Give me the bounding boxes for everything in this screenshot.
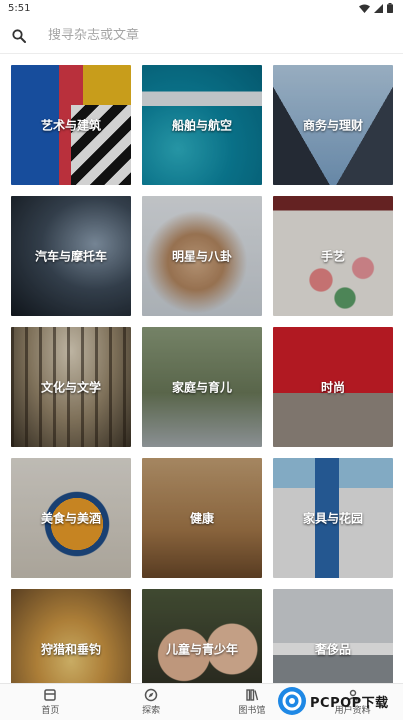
nav-label: 探索	[142, 706, 161, 716]
category-tile-culture-literature[interactable]: 文化与文学	[11, 327, 131, 447]
category-label: 狩猎和垂钓	[40, 642, 101, 657]
category-tile-ships-aviation[interactable]: 船舶与航空	[142, 65, 262, 185]
category-tile-art-architecture[interactable]: 艺术与建筑	[11, 65, 131, 185]
category-label: 文化与文学	[40, 380, 101, 395]
nav-label: 图书馆	[238, 706, 266, 716]
category-tile-stars-gossip[interactable]: 明星与八卦	[142, 196, 262, 316]
status-icons	[359, 3, 393, 13]
category-tile-crafts[interactable]: 手艺	[273, 196, 393, 316]
category-label: 船舶与航空	[171, 118, 232, 133]
compass-icon	[144, 688, 158, 702]
category-tile-furniture-garden[interactable]: 家具与花园	[273, 458, 393, 578]
wifi-icon	[359, 4, 370, 13]
nav-label: 首页	[41, 706, 60, 716]
nav-item-home[interactable]: 首页	[0, 684, 101, 720]
category-label: 艺术与建筑	[40, 118, 101, 133]
category-label: 健康	[189, 511, 214, 526]
category-label: 家庭与育儿	[171, 380, 232, 395]
category-label: 美食与美酒	[40, 511, 101, 526]
status-time: 5:51	[8, 2, 31, 14]
category-grid: 艺术与建筑 船舶与航空 商务与理财 汽车与摩托车 明星与八卦 手艺 文化与文学	[11, 65, 396, 709]
watermark: PCPOP下载	[278, 682, 403, 720]
category-label: 奢侈品	[314, 642, 351, 657]
search-input[interactable]	[48, 28, 348, 43]
category-label: 明星与八卦	[171, 249, 232, 264]
search-bar	[0, 18, 403, 54]
signal-icon	[374, 3, 383, 13]
watermark-logo-icon	[278, 687, 306, 715]
battery-icon	[387, 3, 393, 13]
category-tile-health[interactable]: 健康	[142, 458, 262, 578]
category-tile-fashion[interactable]: 时尚	[273, 327, 393, 447]
category-tile-business-finance[interactable]: 商务与理财	[273, 65, 393, 185]
watermark-text: PCPOP下载	[310, 695, 389, 711]
library-icon	[246, 689, 259, 701]
category-tile-family-parenting[interactable]: 家庭与育儿	[142, 327, 262, 447]
category-label: 商务与理财	[302, 118, 363, 133]
category-tile-cars-motorcycles[interactable]: 汽车与摩托车	[11, 196, 131, 316]
category-label: 家具与花园	[302, 511, 363, 526]
category-label: 时尚	[320, 380, 345, 395]
status-bar: 5:51	[0, 0, 403, 16]
nav-item-explore[interactable]: 探索	[101, 684, 202, 720]
category-tile-food-wine[interactable]: 美食与美酒	[11, 458, 131, 578]
home-icon	[44, 689, 57, 701]
category-label: 汽车与摩托车	[34, 249, 107, 264]
search-icon[interactable]	[12, 28, 26, 43]
category-label: 手艺	[320, 249, 345, 264]
category-label: 儿童与青少年	[165, 642, 238, 657]
